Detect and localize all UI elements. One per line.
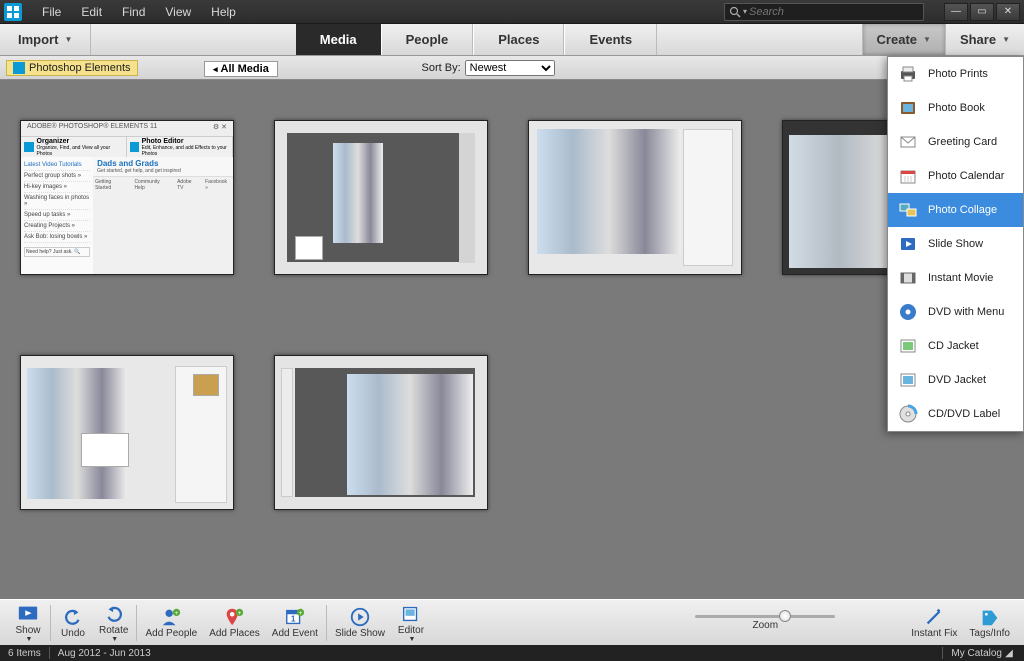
svg-text:+: +: [238, 610, 242, 617]
dvd-jacket-icon: [898, 370, 918, 390]
filter-all-media[interactable]: ◂ All Media: [204, 61, 278, 77]
maximize-button[interactable]: ▭: [970, 3, 994, 21]
sort-select[interactable]: Newest: [465, 60, 555, 76]
bottom-toolbar: Show▼ Undo Rotate▼ + Add People + Add Pl…: [0, 599, 1024, 645]
create-greeting-card[interactable]: Greeting Card: [888, 125, 1023, 159]
filter-bar: Photoshop Elements Sort By: Newest: [0, 56, 1024, 80]
thumbnail[interactable]: [528, 120, 742, 275]
breadcrumb-photoshop-elements[interactable]: Photoshop Elements: [6, 60, 138, 76]
tab-places[interactable]: Places: [473, 24, 564, 55]
app-icon: [4, 3, 22, 21]
create-button[interactable]: Create▼: [862, 24, 945, 55]
status-bar: 6 Items Aug 2012 - Jun 2013 My Catalog ◢: [0, 645, 1024, 661]
menu-find[interactable]: Find: [112, 1, 155, 23]
disc-label-icon: [898, 404, 918, 424]
menu-file[interactable]: File: [32, 1, 71, 23]
show-button[interactable]: Show▼: [8, 603, 48, 643]
add-people-button[interactable]: + Add People: [139, 606, 203, 639]
undo-button[interactable]: Undo: [53, 606, 93, 639]
menu-view[interactable]: View: [155, 1, 201, 23]
catalog-name[interactable]: My Catalog: [951, 648, 1002, 659]
create-instant-movie[interactable]: Instant Movie: [888, 261, 1023, 295]
create-cd-jacket[interactable]: CD Jacket: [888, 329, 1023, 363]
rotate-icon: [103, 603, 125, 625]
play-circle-icon: [349, 606, 371, 628]
create-photo-collage[interactable]: Photo Collage: [888, 193, 1023, 227]
svg-text:+: +: [175, 610, 179, 617]
create-menu: Photo Prints Photo Book Greeting Card Ph…: [887, 56, 1024, 432]
close-button[interactable]: ✕: [996, 3, 1020, 21]
wand-icon: [923, 606, 945, 628]
search-input[interactable]: [749, 6, 919, 18]
tag-icon: [979, 606, 1001, 628]
editor-icon: [400, 603, 422, 625]
thumbnail[interactable]: ADOBE® PHOTOSHOP® ELEMENTS 11⚙ ✕ Organiz…: [20, 120, 234, 275]
create-photo-prints[interactable]: Photo Prints: [888, 57, 1023, 91]
thumbnail[interactable]: [20, 355, 234, 510]
tab-people[interactable]: People: [381, 24, 474, 55]
media-grid: ADOBE® PHOTOSHOP® ELEMENTS 11⚙ ✕ Organiz…: [0, 80, 1024, 599]
date-range: Aug 2012 - Jun 2013: [58, 648, 151, 659]
create-photo-book[interactable]: Photo Book: [888, 91, 1023, 125]
collage-icon: [898, 200, 918, 220]
import-button[interactable]: Import▼: [0, 24, 91, 55]
create-dvd-menu[interactable]: DVD with Menu: [888, 295, 1023, 329]
rotate-button[interactable]: Rotate▼: [93, 603, 134, 643]
play-icon: [898, 234, 918, 254]
tab-events[interactable]: Events: [564, 24, 657, 55]
pin-add-icon: +: [223, 606, 245, 628]
undo-icon: [62, 606, 84, 628]
pse-icon: [13, 62, 25, 74]
card-icon: [898, 132, 918, 152]
menu-edit[interactable]: Edit: [71, 1, 112, 23]
calendar-icon: [898, 166, 918, 186]
person-add-icon: +: [160, 606, 182, 628]
calendar-add-icon: 1+: [284, 606, 306, 628]
printer-icon: [898, 64, 918, 84]
create-photo-calendar[interactable]: Photo Calendar: [888, 159, 1023, 193]
window-controls: — ▭ ✕: [944, 3, 1020, 21]
main-toolbar: Import▼ Media People Places Events Creat…: [0, 24, 1024, 56]
svg-text:1: 1: [291, 615, 296, 624]
minimize-button[interactable]: —: [944, 3, 968, 21]
create-dvd-jacket[interactable]: DVD Jacket: [888, 363, 1023, 397]
slide-show-button[interactable]: Slide Show: [329, 606, 391, 639]
create-slide-show[interactable]: Slide Show: [888, 227, 1023, 261]
tab-media[interactable]: Media: [296, 24, 381, 55]
disc-icon: [898, 302, 918, 322]
share-button[interactable]: Share▼: [945, 24, 1024, 55]
editor-button[interactable]: Editor▼: [391, 603, 431, 643]
item-count: 6 Items: [8, 648, 41, 659]
menu-help[interactable]: Help: [201, 1, 246, 23]
search-icon: [729, 6, 741, 18]
film-icon: [898, 268, 918, 288]
cd-jacket-icon: [898, 336, 918, 356]
instant-fix-button[interactable]: Instant Fix: [905, 606, 963, 639]
thumbnail[interactable]: [274, 355, 488, 510]
add-event-button[interactable]: 1+ Add Event: [266, 606, 324, 639]
search-box[interactable]: ▾: [724, 3, 924, 21]
zoom-label: Zoom: [752, 620, 778, 631]
create-cd-dvd-label[interactable]: CD/DVD Label: [888, 397, 1023, 431]
add-places-button[interactable]: + Add Places: [203, 606, 266, 639]
svg-text:+: +: [298, 610, 302, 617]
book-icon: [898, 98, 918, 118]
menubar: File Edit Find View Help ▾ — ▭ ✕: [0, 0, 1024, 24]
sort-label: Sort By:: [422, 62, 461, 74]
tags-info-button[interactable]: Tags/Info: [963, 606, 1016, 639]
show-icon: [17, 603, 39, 625]
thumbnail[interactable]: [274, 120, 488, 275]
zoom-slider[interactable]: [695, 615, 835, 618]
